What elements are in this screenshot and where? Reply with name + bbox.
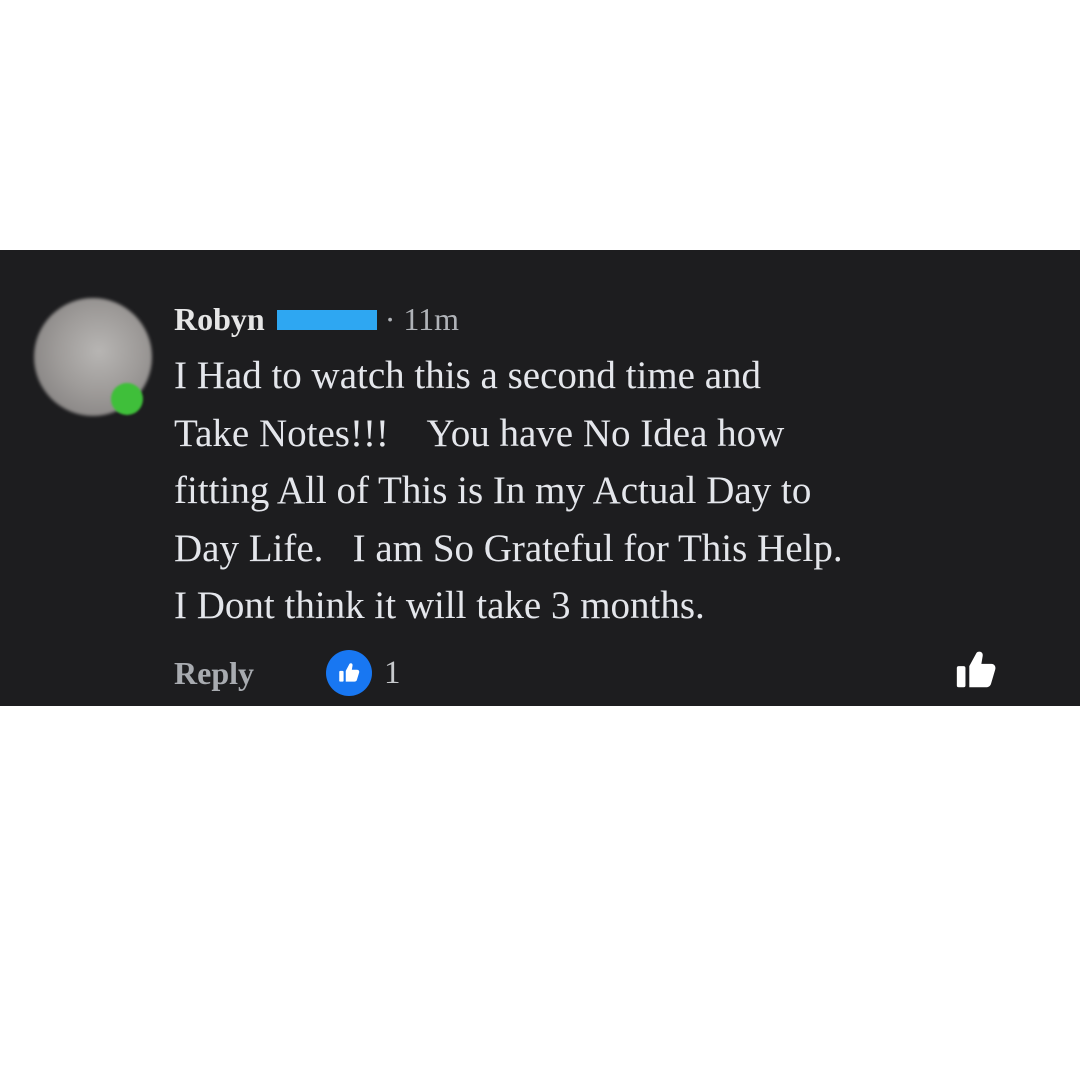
thumbs-up-icon [326,650,372,696]
thumbs-up-outline-icon [953,647,999,698]
separator-dot: · [384,300,396,337]
reaction-summary[interactable]: 1 [326,650,401,696]
comment-line: Take Notes!!! You have No Idea how [174,411,785,455]
redaction-bar [276,310,377,330]
author-name[interactable]: Robyn [174,301,265,338]
comment-line: Day Life. I am So Grateful for This Help… [174,526,843,570]
online-status-dot [111,383,143,415]
comment-timestamp[interactable]: 11m [403,301,459,338]
comment-body: I Had to watch this a second time and Ta… [174,347,1034,635]
reply-button[interactable]: Reply [174,655,254,692]
comment-line: fitting All of This is In my Actual Day … [174,469,812,512]
comment-actions: Reply 1 [174,648,401,698]
comment-line: I Dont think it will take 3 months. [174,584,705,627]
comment-line: I Had to watch this a second time and [174,354,761,397]
reaction-count: 1 [384,654,401,691]
like-button[interactable] [952,648,1000,696]
comment-header: Robyn · 11m [174,297,459,341]
